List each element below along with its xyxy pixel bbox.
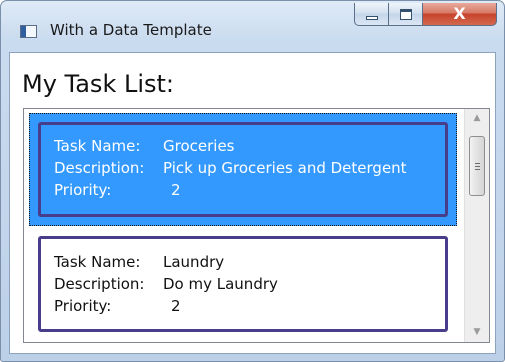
minimize-icon [366,16,378,20]
task-card: Task Name: Groceries Description: Pick u… [38,122,448,217]
task-name-value: Groceries [163,137,235,155]
caption-buttons: X [354,3,502,28]
app-window-icon[interactable] [20,25,37,38]
maximize-icon [400,9,412,20]
task-name-label: Task Name: [54,137,141,155]
priority-label: Priority: [54,297,112,315]
close-button[interactable]: X [423,3,497,26]
title-bar[interactable]: With a Data Template X [1,1,504,51]
task-name-value: Laundry [163,253,225,271]
priority-value: 2 [171,297,181,315]
arrow-up-icon[interactable]: ▲ [465,110,489,127]
description-value: Do my Laundry [163,275,278,293]
minimize-button[interactable] [354,3,389,26]
page-heading: My Task List: [22,70,175,98]
vertical-scrollbar[interactable]: ▲ ▼ [464,109,489,342]
window-title: With a Data Template [50,21,212,39]
task-name-label: Task Name: [54,253,141,271]
grip-line [475,163,480,164]
task-card: Task Name: Laundry Description: Do my La… [38,236,448,332]
list-item-groceries[interactable]: Task Name: Groceries Description: Pick u… [29,113,457,226]
grip-line [475,166,480,167]
arrow-down-icon[interactable]: ▼ [465,324,489,341]
close-icon: X [453,4,466,23]
priority-value: 2 [171,181,181,199]
maximize-button[interactable] [389,3,423,26]
priority-label: Priority: [54,181,112,199]
grip-line [475,169,480,170]
task-listbox[interactable]: Task Name: Groceries Description: Pick u… [23,108,490,343]
description-value: Pick up Groceries and Detergent [163,159,407,177]
description-label: Description: [54,275,145,293]
description-label: Description: [54,159,145,177]
list-item-laundry[interactable]: Task Name: Laundry Description: Do my La… [29,228,457,342]
scrollbar-thumb[interactable] [469,136,485,196]
